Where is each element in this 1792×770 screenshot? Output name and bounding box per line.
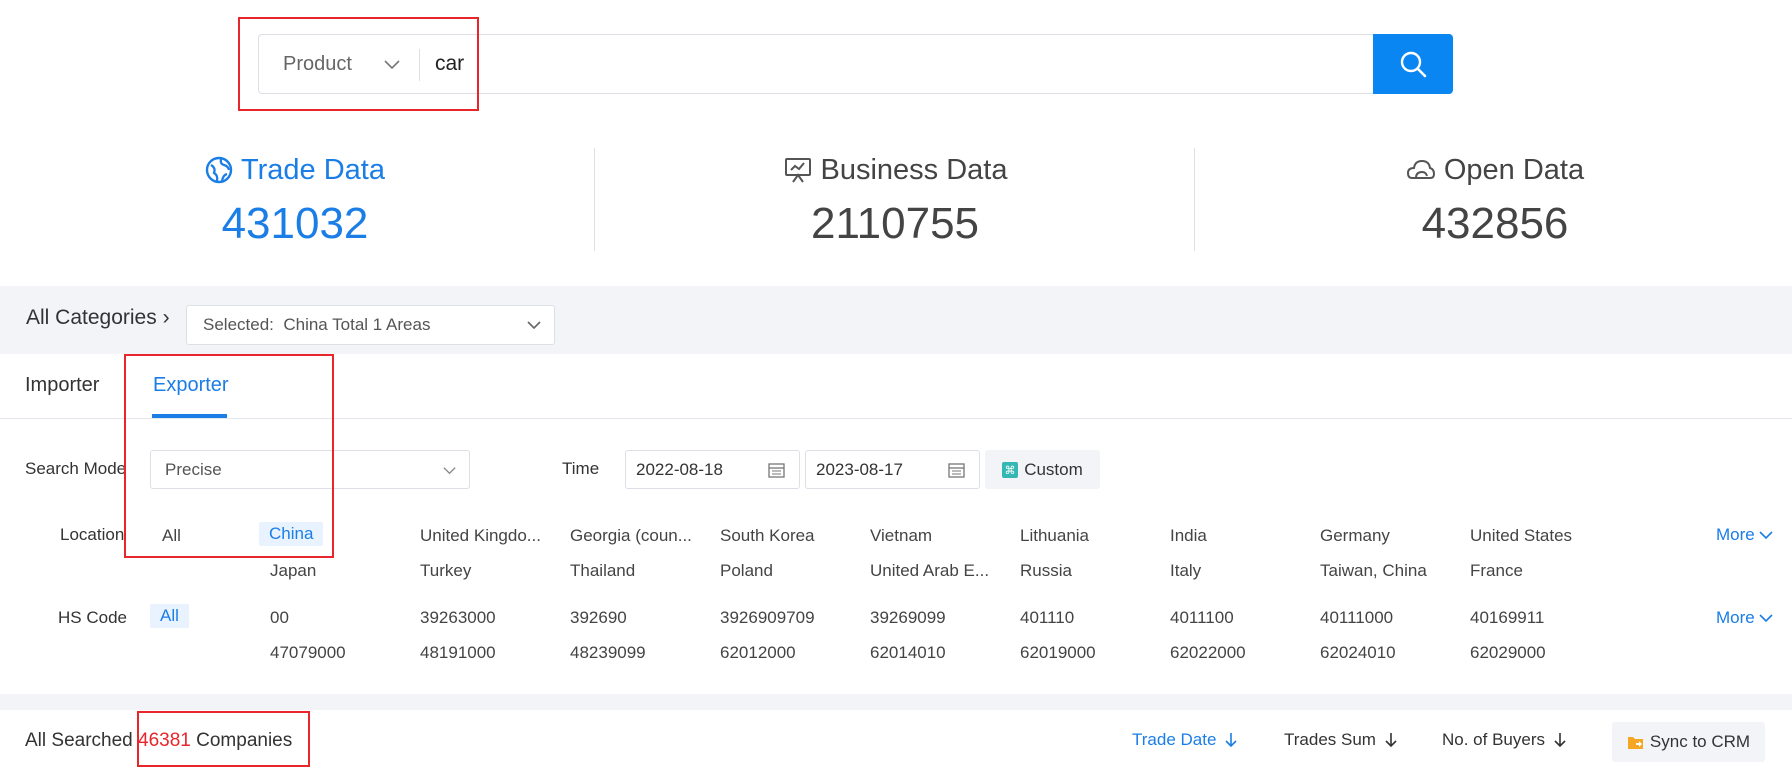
category-bar: All Categories › Selected: China Total 1… — [0, 286, 1792, 354]
all-categories-link[interactable]: All Categories › — [26, 306, 170, 330]
stat-label: Open Data — [1443, 153, 1585, 186]
stat-business-data[interactable]: Business Data 2110755 — [615, 150, 1175, 250]
svg-text:⌘: ⌘ — [1005, 464, 1016, 477]
hs-option[interactable]: 392690 — [570, 608, 627, 628]
hs-option[interactable]: 39269099 — [870, 608, 946, 628]
location-option[interactable]: Italy — [1170, 561, 1201, 581]
highlight-box-search — [238, 17, 479, 111]
results-prefix: All Searched — [25, 730, 133, 751]
more-label: More — [1716, 525, 1755, 544]
location-option[interactable]: Poland — [720, 561, 773, 581]
location-option[interactable]: France — [1470, 561, 1523, 581]
hs-option[interactable]: 39263000 — [420, 608, 496, 628]
location-option[interactable]: Lithuania — [1020, 526, 1089, 546]
date-to-value: 2023-08-17 — [816, 460, 903, 479]
date-from-input[interactable]: 2022-08-18 — [625, 450, 800, 489]
location-option[interactable]: South Korea — [720, 526, 815, 546]
hs-option[interactable]: 3926909709 — [720, 608, 815, 628]
hs-option[interactable]: 40169911 — [1470, 608, 1544, 628]
arrow-down-icon — [1554, 733, 1566, 748]
location-option[interactable]: Germany — [1320, 526, 1390, 546]
location-more-button[interactable]: More — [1716, 525, 1773, 545]
sync-label: Sync to CRM — [1649, 732, 1751, 751]
area-select-text: Selected: China Total 1 Areas — [203, 315, 431, 334]
sort-label: Trade Date — [1132, 730, 1217, 749]
stat-value: 431032 — [221, 199, 369, 248]
highlight-box-results — [137, 711, 310, 767]
stat-label: Business Data — [820, 153, 1008, 186]
cloud-icon — [1406, 159, 1435, 179]
sort-label: Trades Sum — [1284, 730, 1376, 749]
search-input[interactable] — [435, 35, 1335, 93]
date-to-input[interactable]: 2023-08-17 — [805, 450, 980, 489]
location-option[interactable]: United States — [1470, 526, 1572, 546]
hs-option[interactable]: 48239099 — [570, 643, 646, 663]
stat-open-data[interactable]: Open Data 432856 — [1215, 150, 1775, 250]
chevron-down-icon — [527, 321, 541, 330]
highlight-box-exporter — [124, 354, 334, 558]
calendar-icon — [948, 463, 965, 478]
sort-trades-sum[interactable]: Trades Sum — [1284, 730, 1398, 750]
hs-option[interactable]: 48191000 — [420, 643, 496, 663]
location-option[interactable]: Taiwan, China — [1320, 561, 1427, 581]
stat-value: 2110755 — [810, 199, 980, 248]
divider — [1194, 148, 1195, 251]
sort-buyers[interactable]: No. of Buyers — [1442, 730, 1567, 750]
calendar-icon — [768, 463, 785, 478]
time-label: Time — [562, 459, 600, 478]
hs-option[interactable]: 62022000 — [1170, 643, 1246, 663]
date-from-value: 2022-08-18 — [636, 460, 723, 479]
hs-option[interactable]: 00 — [270, 608, 289, 628]
stat-label: Trade Data — [241, 153, 385, 186]
location-option[interactable]: India — [1170, 526, 1207, 546]
location-option[interactable]: United Arab E... — [870, 561, 989, 581]
arrow-down-icon — [1225, 733, 1237, 748]
sort-trade-date[interactable]: Trade Date — [1132, 730, 1238, 750]
area-select[interactable]: Selected: China Total 1 Areas — [186, 305, 555, 345]
location-label: Location — [60, 525, 125, 544]
location-option[interactable]: Turkey — [420, 561, 471, 581]
custom-label: Custom — [1024, 459, 1083, 479]
more-label: More — [1716, 608, 1755, 627]
search-button[interactable] — [1373, 34, 1453, 94]
section-separator — [0, 694, 1792, 710]
hs-option[interactable]: 62024010 — [1320, 643, 1396, 663]
location-option[interactable]: Georgia (coun... — [570, 526, 692, 546]
hs-option[interactable]: 62012000 — [720, 643, 796, 663]
tab-importer[interactable]: Importer — [25, 374, 99, 397]
location-option[interactable]: Russia — [1020, 561, 1072, 581]
presentation-icon — [784, 158, 811, 183]
hs-option-all[interactable]: All — [150, 604, 189, 628]
hs-option[interactable]: 4011100 — [1170, 608, 1234, 628]
stat-value: 432856 — [1421, 199, 1569, 248]
location-option[interactable]: Vietnam — [870, 526, 932, 546]
hs-option[interactable]: 62019000 — [1020, 643, 1096, 663]
globe-icon — [205, 156, 233, 184]
hs-option[interactable]: 47079000 — [270, 643, 346, 663]
hs-option[interactable]: 62014010 — [870, 643, 946, 663]
chevron-down-icon — [1759, 614, 1773, 623]
sync-to-crm-button[interactable]: Sync to CRM — [1612, 722, 1765, 762]
search-icon — [1400, 51, 1427, 78]
chevron-down-icon — [1759, 531, 1773, 540]
chevron-down-icon — [443, 467, 456, 475]
stat-trade-data[interactable]: Trade Data 431032 — [15, 150, 575, 250]
search-mode-label: Search Mode — [25, 459, 127, 478]
hs-option[interactable]: 401110 — [1020, 608, 1074, 628]
location-option[interactable]: United Kingdo... — [420, 526, 541, 546]
custom-date-button[interactable]: ⌘ Custom — [985, 450, 1100, 489]
divider — [594, 148, 595, 251]
hs-more-button[interactable]: More — [1716, 608, 1773, 628]
sort-label: No. of Buyers — [1442, 730, 1545, 749]
hs-option[interactable]: 62029000 — [1470, 643, 1546, 663]
location-option[interactable]: Japan — [270, 561, 316, 581]
arrow-down-icon — [1385, 733, 1397, 748]
hs-code-label: HS Code — [58, 608, 127, 627]
command-icon: ⌘ — [1002, 461, 1019, 478]
location-option[interactable]: Thailand — [570, 561, 635, 581]
folder-icon — [1627, 736, 1643, 749]
hs-option[interactable]: 40111000 — [1320, 608, 1393, 628]
